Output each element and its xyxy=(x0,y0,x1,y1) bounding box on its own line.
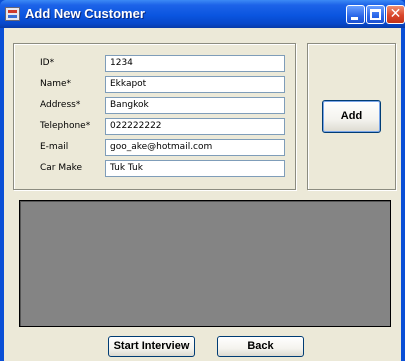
telephone-field[interactable]: 022222222 xyxy=(105,118,285,135)
id-field[interactable]: 1234 xyxy=(105,55,285,72)
customer-fields-group: ID* 1234 Name* Ekkapot Address* Bangkok … xyxy=(13,43,296,190)
minimize-button[interactable] xyxy=(346,5,365,24)
back-button[interactable]: Back xyxy=(217,336,304,357)
app-form-icon xyxy=(5,7,20,21)
minimize-icon xyxy=(351,17,358,20)
customer-window: Add New Customer ✕ ID* 1234 Name* Ekkapo… xyxy=(0,0,405,361)
address-label: Address* xyxy=(40,100,81,110)
maximize-button[interactable] xyxy=(366,5,385,24)
title-bar[interactable]: Add New Customer ✕ xyxy=(0,0,405,28)
name-label: Name* xyxy=(40,79,72,89)
address-field[interactable]: Bangkok xyxy=(105,97,285,114)
close-icon: ✕ xyxy=(389,6,402,22)
add-button[interactable]: Add xyxy=(322,100,381,133)
window-title: Add New Customer xyxy=(25,6,145,21)
car-make-label: Car Make xyxy=(40,163,83,173)
customer-display-panel xyxy=(19,200,391,327)
form-client-area: ID* 1234 Name* Ekkapot Address* Bangkok … xyxy=(4,28,401,361)
name-field[interactable]: Ekkapot xyxy=(105,76,285,93)
id-label: ID* xyxy=(40,58,55,68)
car-make-field[interactable]: Tuk Tuk xyxy=(105,160,285,177)
email-field[interactable]: goo_ake@hotmail.com xyxy=(105,139,285,156)
telephone-label: Telephone* xyxy=(40,121,91,131)
email-label: E-mail xyxy=(40,142,69,152)
close-button[interactable]: ✕ xyxy=(386,5,405,24)
start-interview-button[interactable]: Start Interview xyxy=(108,336,195,357)
maximize-icon xyxy=(370,9,381,20)
